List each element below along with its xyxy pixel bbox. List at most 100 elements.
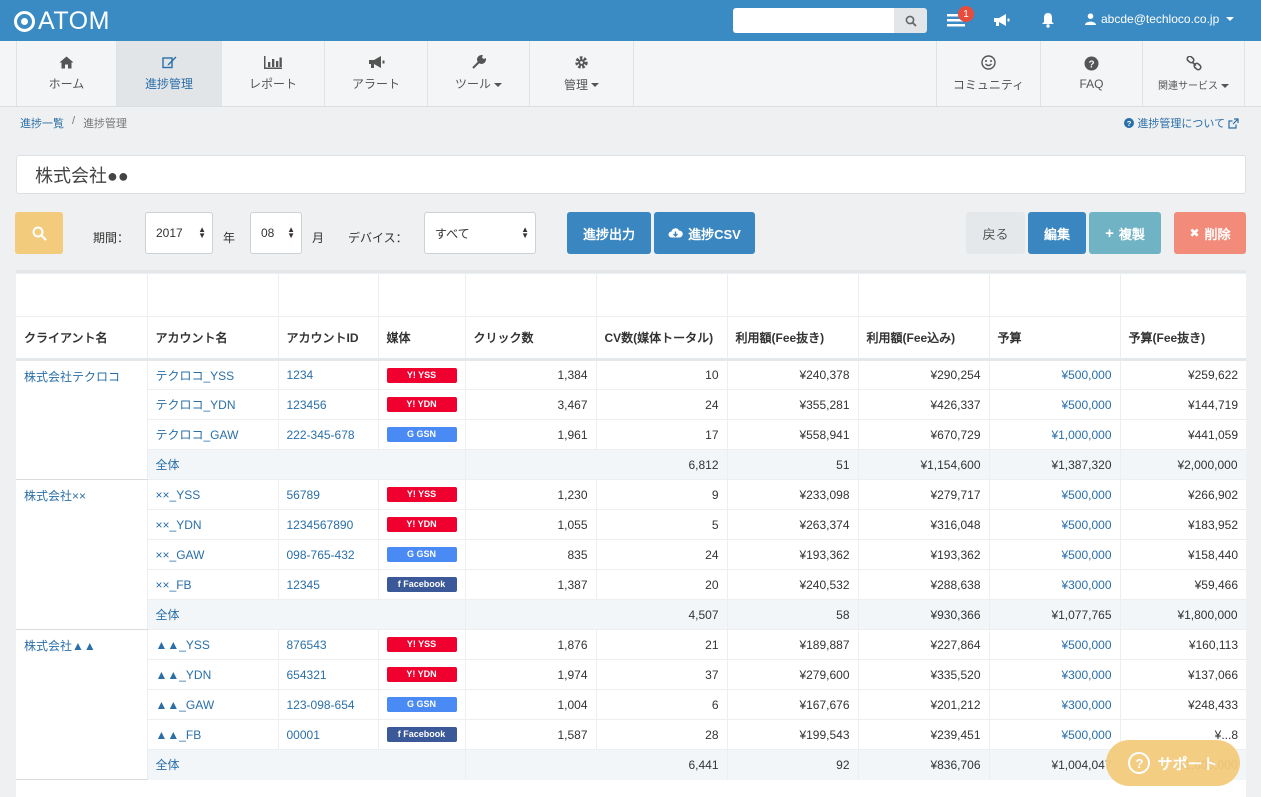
nav-alert[interactable]: アラート [325,41,428,106]
account-name-cell[interactable]: ××_GAW [147,539,279,570]
filter-search-button[interactable] [15,212,63,254]
account-name-cell[interactable]: ▲▲_GAW [147,689,279,720]
budget-cell[interactable]: ¥300,000 [989,569,1121,600]
account-name-cell[interactable]: テクロコ_GAW [147,419,279,450]
nav-progress[interactable]: 進捗管理 [117,41,222,106]
total-label-cell[interactable]: 全体 [147,599,466,630]
budget-cell[interactable]: ¥500,000 [989,509,1121,540]
account-name-cell[interactable]: ▲▲_YDN [147,659,279,690]
megaphone-icon [368,56,384,68]
account-name-cell[interactable]: ××_YDN [147,509,279,540]
account-id-cell[interactable]: 654321 [278,659,379,690]
account-id-cell[interactable]: 222-345-678 [278,419,379,450]
client-name-cell[interactable]: 株式会社▲▲ [16,629,148,780]
year-select[interactable]: 2017 ▲ ▼ [145,212,213,254]
search-input[interactable] [733,8,894,33]
filter-toolbar: 期間： 2017 ▲ ▼ 年 08 ▲ ▼ 月 デバイス： すべて ▲ ▼ 進捗出力 … [0,212,1261,256]
budget-cell[interactable]: ¥500,000 [989,719,1121,750]
month-select[interactable]: 08 ▲ ▼ [250,212,302,254]
search-button[interactable] [894,8,927,33]
device-label: デバイス： [348,231,408,245]
account-id-cell[interactable]: 12345 [278,569,379,600]
nav-community[interactable]: コミュニティ [936,41,1041,106]
nav-admin[interactable]: 管理 [530,41,634,106]
nav-home[interactable]: ホーム [16,41,117,106]
nav-related-services[interactable]: 関連サービス [1143,41,1245,106]
cv-cell: 21 [596,629,728,660]
nav-faq[interactable]: ? FAQ [1041,41,1143,106]
account-id-cell[interactable]: 1234567890 [278,509,379,540]
column-header[interactable]: アカウントID [278,316,379,361]
nav-tools[interactable]: ツール [428,41,530,106]
account-name-cell[interactable]: ▲▲_FB [147,719,279,750]
csv-button[interactable]: 進捗CSV [654,212,755,254]
account-name-cell[interactable]: ▲▲_YSS [147,629,279,660]
column-header[interactable]: アカウント名 [147,316,279,361]
budget-cell[interactable]: ¥500,000 [989,479,1121,510]
copy-button[interactable]: + 複製 [1089,212,1161,254]
total-label-cell[interactable]: 全体 [147,449,466,480]
column-header[interactable]: 媒体 [378,316,466,361]
table-total-row: 全体6,44192¥836,706¥1,004,047¥1,600,000¥..… [16,749,1246,780]
atom-logo[interactable]: ATOM [14,6,110,36]
column-header[interactable]: CV数(媒体トータル) [596,316,728,361]
total-cv-cell: 51 [727,449,859,480]
budget-cell[interactable]: ¥500,000 [989,629,1121,660]
announcement-button[interactable] [990,9,1012,31]
support-button[interactable]: ? サポート [1106,740,1240,786]
column-header[interactable]: クライアント名 [16,316,148,361]
client-name-cell[interactable]: 株式会社テクロコ [16,359,148,480]
total-label-cell[interactable]: 全体 [147,749,466,780]
budget-cell[interactable]: ¥500,000 [989,389,1121,420]
account-id-cell[interactable]: 098-765-432 [278,539,379,570]
total-budget-cell: ¥1,800,000 [1120,599,1246,630]
account-name-cell[interactable]: テクロコ_YSS [147,359,279,390]
delete-button[interactable]: ✖ 削除 [1174,212,1246,254]
cost-in-fee-cell: ¥279,717 [858,479,990,510]
header-spacer [989,273,1121,317]
budget-cell[interactable]: ¥300,000 [989,659,1121,690]
cloud-download-icon [668,228,683,238]
budget-ex-fee-cell: ¥158,440 [1120,539,1246,570]
notification-badge: 1 [958,6,974,22]
clicks-cell: 1,587 [465,719,597,750]
export-button[interactable]: 進捗出力 [567,212,651,254]
account-id-cell[interactable]: 00001 [278,719,379,750]
account-id-cell[interactable]: 123-098-654 [278,689,379,720]
budget-cell[interactable]: ¥300,000 [989,689,1121,720]
smile-icon [981,54,996,70]
notification-button[interactable] [1037,9,1059,31]
media-cell: Y! YDN [378,509,466,540]
column-header[interactable]: 利用額(Fee抜き) [727,316,859,361]
account-name-cell[interactable]: テクロコ_YDN [147,389,279,420]
column-header[interactable]: クリック数 [465,316,597,361]
user-menu[interactable]: abcde@techloco.co.jp [1085,12,1235,26]
account-id-cell[interactable]: 1234 [278,359,379,390]
bell-icon [1042,13,1054,28]
budget-cell[interactable]: ¥1,000,000 [989,419,1121,450]
copy-button-label: 複製 [1118,226,1145,242]
budget-cell[interactable]: ¥500,000 [989,539,1121,570]
total-cv-cell: 58 [727,599,859,630]
account-name-cell[interactable]: ××_YSS [147,479,279,510]
column-header[interactable]: 予算 [989,316,1121,361]
column-header[interactable]: 利用額(Fee込み) [858,316,990,361]
caret-down-icon [1221,83,1229,88]
account-id-cell[interactable]: 876543 [278,629,379,660]
account-id-cell[interactable]: 123456 [278,389,379,420]
back-button[interactable]: 戻る [966,212,1025,254]
select-arrows-icon: ▲ ▼ [521,225,529,240]
client-name-cell[interactable]: 株式会社×× [16,479,148,630]
breadcrumb-progress-list[interactable]: 進捗一覧 [20,115,64,131]
account-id-cell[interactable]: 56789 [278,479,379,510]
svg-text:?: ? [1088,59,1094,70]
budget-cell[interactable]: ¥500,000 [989,359,1121,390]
about-progress-link[interactable]: ? 進捗管理について [1124,115,1239,131]
nav-report[interactable]: レポート [222,41,325,106]
media-cell: G GSN [378,539,466,570]
edit-button[interactable]: 編集 [1028,212,1086,254]
account-name-cell[interactable]: ××_FB [147,569,279,600]
device-select[interactable]: すべて ▲ ▼ [424,212,536,254]
column-header[interactable]: 予算(Fee抜き) [1120,316,1246,361]
cv-cell: 24 [596,539,728,570]
